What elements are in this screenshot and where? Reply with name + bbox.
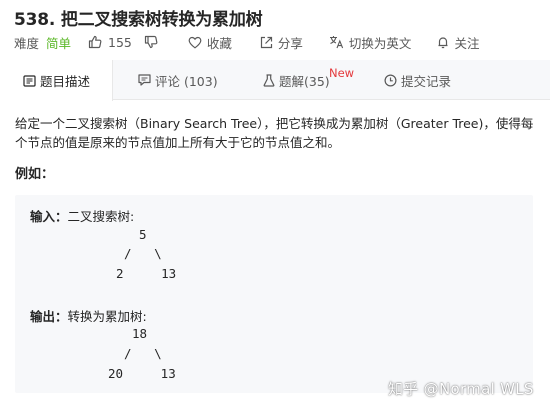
output-text: 转换为累加树: (67, 309, 147, 324)
bell-icon (438, 36, 448, 48)
example-label: 例如： (15, 167, 55, 182)
tab-solutions-label: 题解(35) (279, 73, 330, 89)
output-tree-root: 18 (132, 326, 148, 341)
share-icon (260, 36, 273, 48)
follow-button[interactable]: 关注 (437, 33, 479, 52)
tab-submissions-label: 提交记录 (401, 73, 452, 89)
input-label: 输入： (30, 209, 68, 224)
difficulty: 难度 简单 (14, 33, 71, 52)
share-button[interactable]: 分享 (260, 33, 303, 52)
output-tree-leaves: 20 13 (108, 366, 176, 381)
input-tree-branches: / \ (124, 246, 162, 261)
output-label: 输出： (30, 309, 68, 324)
clock-icon (384, 73, 397, 87)
tab-comments-label: 评论 (103) (155, 73, 218, 89)
switch-language-label: 切换为英文 (348, 35, 412, 51)
problem-tabs: 题目描述 评论 (103) 题解(35) New 提交记录 (0, 60, 550, 101)
watermark: 知乎 @Normal WLS (388, 380, 534, 398)
like-button[interactable]: 155 (88, 35, 132, 50)
translate-icon (329, 36, 344, 49)
problem-meta-bar: 难度 简单 155 收藏 分享 切换为英文 关注 (14, 33, 479, 51)
collect-label: 收藏 (206, 35, 232, 51)
heart-icon (188, 36, 202, 49)
thumbs-down-icon (144, 35, 158, 49)
dislike-button[interactable] (144, 35, 158, 49)
input-line: 输入：二叉搜索树: (30, 206, 134, 225)
input-tree-root: 5 (139, 227, 147, 242)
like-count: 155 (108, 34, 132, 50)
tab-description[interactable]: 题目描述 (0, 60, 113, 101)
description-icon (23, 74, 36, 87)
flask-icon (263, 73, 275, 87)
switch-language-button[interactable]: 切换为英文 (329, 33, 412, 52)
follow-label: 关注 (454, 35, 480, 51)
problem-title: 538. 把二叉搜索树转换为累加树 (14, 10, 263, 30)
output-line: 输出：转换为累加树: (30, 306, 147, 325)
difficulty-value: 简单 (46, 35, 72, 51)
share-label: 分享 (277, 35, 303, 51)
new-badge: New (329, 66, 355, 80)
input-tree-leaves: 2 13 (116, 266, 177, 281)
thumbs-up-icon (88, 35, 102, 49)
collect-button[interactable]: 收藏 (188, 33, 232, 52)
difficulty-label: 难度 (14, 35, 40, 51)
tab-solutions[interactable]: 题解(35) (263, 60, 330, 100)
input-text: 二叉搜索树: (67, 209, 135, 224)
tab-comments[interactable]: 评论 (103) (138, 60, 218, 100)
comment-icon (138, 74, 151, 86)
output-tree-branches: / \ (124, 346, 162, 361)
problem-description: 给定一个二叉搜索树（Binary Search Tree），把它转换成为累加树（… (15, 116, 534, 150)
tab-description-label: 题目描述 (40, 74, 91, 89)
tab-submissions[interactable]: 提交记录 (384, 60, 451, 100)
example-code-block: 输入：二叉搜索树: 5 / \ 2 13 输出：转换为累加树: 18 / \ 2… (15, 195, 533, 393)
